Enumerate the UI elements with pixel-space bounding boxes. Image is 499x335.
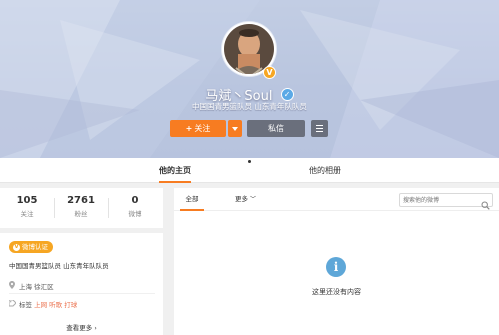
feed-more-dropdown[interactable]: 更多 ﹀: [235, 188, 256, 211]
tab-home[interactable]: 他的主页: [159, 165, 191, 183]
follow-button[interactable]: + 关注: [170, 120, 226, 137]
tab-album[interactable]: 他的相册: [309, 165, 341, 176]
verified-badge-icon: V: [13, 243, 20, 251]
see-more-label: 查看更多: [66, 324, 93, 332]
stat-value: 105: [16, 195, 38, 206]
verified-icon[interactable]: ✓: [280, 88, 294, 101]
feed-panel: 全部 更多﹀ i 这里还没有内容: [174, 188, 499, 335]
tags-prefix: 标签: [19, 301, 32, 309]
stat-label: 关注: [20, 210, 34, 218]
feed-filter-bar: 全部 更多 ﹀: [174, 188, 499, 211]
follow-label: 关注: [194, 124, 211, 133]
pointer-dot: [248, 160, 251, 163]
stat-followers[interactable]: 2761 粉丝: [54, 195, 108, 218]
weibo-verified-badge[interactable]: V 微博认证: [9, 241, 53, 253]
verify-description: 中国国青男篮队员 山东青年队队员: [9, 262, 109, 270]
chevron-right-icon: ›: [94, 325, 97, 332]
stat-value: 2761: [67, 195, 95, 206]
avatar-verified-icon: V: [263, 66, 276, 79]
search-icon[interactable]: [481, 195, 490, 214]
stat-label: 粉丝: [74, 210, 88, 218]
chevron-down-icon: ﹀: [250, 196, 257, 203]
feed-search: [399, 193, 493, 210]
plus-icon: +: [185, 124, 193, 133]
stat-posts[interactable]: 0 微博: [108, 195, 162, 218]
more-label: 更多: [235, 195, 248, 203]
location-text: 上海 徐汇区: [19, 283, 54, 291]
see-more-link[interactable]: 查看更多 ›: [0, 322, 163, 332]
tags-row: 标签 上网 听歌 打球: [8, 299, 77, 309]
location-row: 上海 徐汇区: [9, 281, 54, 291]
tags-links[interactable]: 上网 听歌 打球: [34, 301, 77, 309]
stat-following[interactable]: 105 关注: [0, 195, 54, 218]
more-menu-button[interactable]: [311, 120, 328, 137]
stat-value: 0: [131, 195, 139, 206]
tag-icon: [8, 299, 19, 309]
profile-banner: V 马斌丶Soul ✓ 中国国青男篮队员 山东青年队队员 + 关注 私信: [0, 0, 499, 158]
location-pin-icon: [9, 281, 19, 291]
message-button[interactable]: 私信: [247, 120, 305, 137]
stats-card: 105 关注 2761 粉丝 0 微博: [0, 188, 163, 228]
profile-description: 中国国青男篮队员 山东青年队队员: [192, 102, 307, 111]
feed-tab-all[interactable]: 全部: [174, 188, 210, 211]
search-input[interactable]: [403, 194, 475, 206]
info-icon: i: [326, 257, 346, 277]
stat-label: 微博: [128, 210, 142, 218]
divider: [9, 293, 155, 294]
follow-dropdown-button[interactable]: [228, 120, 242, 137]
empty-state-text: 这里还没有内容: [312, 288, 361, 296]
badge-label: 微博认证: [22, 243, 48, 251]
info-card: V 微博认证 中国国青男篮队员 山东青年队队员 上海 徐汇区 标签 上网 听歌 打…: [0, 233, 163, 335]
